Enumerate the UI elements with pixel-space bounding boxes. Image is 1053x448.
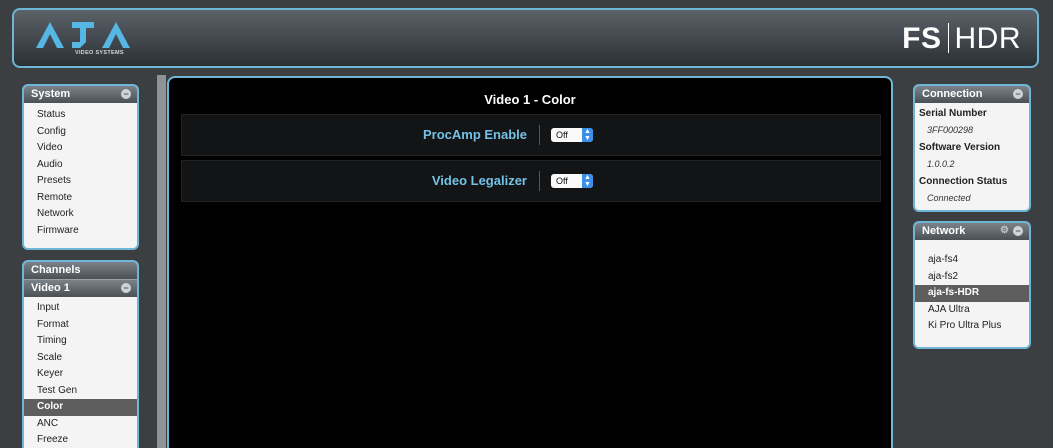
- channel-menu: Input Format Timing Scale Keyer Test Gen…: [24, 297, 137, 448]
- select-arrows-icon: ▲ ▼: [582, 128, 593, 142]
- gear-icon[interactable]: ⚙: [1000, 226, 1010, 236]
- sidebar-item-anc[interactable]: ANC: [24, 416, 137, 433]
- page-title: Video 1 - Color: [484, 92, 576, 107]
- network-device-item[interactable]: AJA Ultra: [915, 302, 1029, 319]
- sidebar-item-firmware[interactable]: Firmware: [24, 223, 137, 240]
- network-device-list: aja-fs4 aja-fs2 aja-fs-HDR AJA Ultra Ki …: [915, 240, 1029, 335]
- system-panel-header[interactable]: System −: [24, 86, 137, 103]
- software-version-label: Software Version: [919, 142, 1001, 153]
- sidebar-item-format[interactable]: Format: [24, 317, 137, 334]
- legalizer-select[interactable]: Off ▲ ▼: [551, 174, 593, 188]
- sidebar-item-audio[interactable]: Audio: [24, 157, 137, 174]
- system-menu: Status Config Video Audio Presets Remote…: [24, 103, 137, 239]
- channels-panel-header[interactable]: Channels: [24, 262, 137, 279]
- select-arrows-icon: ▲ ▼: [582, 174, 593, 188]
- network-panel-title: Network: [922, 225, 966, 237]
- collapse-icon[interactable]: −: [121, 283, 131, 293]
- video1-header[interactable]: Video 1 −: [24, 279, 137, 297]
- network-device-item[interactable]: aja-fs4: [915, 252, 1029, 269]
- procamp-select[interactable]: Off ▲ ▼: [551, 128, 593, 142]
- sidebar-item-video[interactable]: Video: [24, 140, 137, 157]
- serial-number-label: Serial Number: [919, 108, 987, 119]
- sidebar-item-freeze[interactable]: Freeze: [24, 432, 137, 448]
- collapse-icon[interactable]: −: [121, 89, 131, 99]
- network-device-item[interactable]: aja-fs-HDR: [915, 285, 1029, 302]
- product-name: FS HDR: [902, 22, 1021, 56]
- legalizer-label: Video Legalizer: [431, 173, 527, 188]
- product-sub: HDR: [954, 22, 1021, 55]
- logo-subtext: VIDEO SYSTEMS: [75, 50, 124, 56]
- sidebar-item-test-gen[interactable]: Test Gen: [24, 383, 137, 400]
- product-main: FS: [902, 22, 942, 55]
- network-device-item[interactable]: aja-fs2: [915, 269, 1029, 286]
- legalizer-value: Off: [556, 176, 568, 186]
- row-divider: [539, 125, 540, 145]
- sidebar-item-timing[interactable]: Timing: [24, 333, 137, 350]
- sidebar-item-remote[interactable]: Remote: [24, 190, 137, 207]
- system-panel-title: System: [31, 88, 71, 100]
- serial-number-value: 3FF000298: [927, 125, 974, 135]
- procamp-value: Off: [556, 130, 568, 140]
- collapse-icon[interactable]: −: [1013, 89, 1023, 99]
- sidebar-item-config[interactable]: Config: [24, 124, 137, 141]
- connection-status-label: Connection Status: [919, 176, 1008, 187]
- connection-panel-header[interactable]: Connection −: [915, 86, 1029, 103]
- connection-status-value: Connected: [927, 193, 971, 203]
- sidebar-item-status[interactable]: Status: [24, 107, 137, 124]
- network-panel-header[interactable]: Network ⚙ −: [915, 223, 1029, 240]
- network-panel: Network ⚙ − aja-fs4 aja-fs2 aja-fs-HDR A…: [913, 221, 1031, 349]
- app-window: VIDEO SYSTEMS FS HDR System − Status Conf…: [0, 0, 1053, 448]
- sidebar-item-scale[interactable]: Scale: [24, 350, 137, 367]
- sidebar-item-network[interactable]: Network: [24, 206, 137, 223]
- connection-panel: Connection − Serial Number 3FF000298 Sof…: [913, 84, 1031, 212]
- main-content: Video 1 - Color ProcAmp Enable Off ▲ ▼ Vi…: [167, 76, 893, 448]
- video1-title: Video 1: [31, 282, 70, 294]
- channels-panel-title: Channels: [31, 264, 81, 276]
- aja-logo: [36, 22, 130, 48]
- sidebar-scrollbar[interactable]: [157, 75, 166, 448]
- network-device-item[interactable]: Ki Pro Ultra Plus: [915, 318, 1029, 335]
- sidebar-item-keyer[interactable]: Keyer: [24, 366, 137, 383]
- sidebar-item-color[interactable]: Color: [24, 399, 137, 416]
- collapse-icon[interactable]: −: [1013, 226, 1023, 236]
- legalizer-row: Video Legalizer Off ▲ ▼: [181, 160, 881, 202]
- channels-panel: Channels Video 1 − Input Format Timing S…: [22, 260, 139, 448]
- product-separator: [947, 23, 949, 53]
- sidebar-item-input[interactable]: Input: [24, 300, 137, 317]
- sidebar-item-presets[interactable]: Presets: [24, 173, 137, 190]
- system-panel: System − Status Config Video Audio Prese…: [22, 84, 139, 250]
- connection-panel-title: Connection: [922, 88, 983, 100]
- procamp-row: ProcAmp Enable Off ▲ ▼: [181, 114, 881, 156]
- header-bar: VIDEO SYSTEMS FS HDR: [12, 8, 1039, 68]
- procamp-label: ProcAmp Enable: [422, 127, 527, 142]
- row-divider: [539, 171, 540, 191]
- connection-info: Serial Number 3FF000298 Software Version…: [915, 103, 1029, 207]
- software-version-value: 1.0.0.2: [927, 159, 955, 169]
